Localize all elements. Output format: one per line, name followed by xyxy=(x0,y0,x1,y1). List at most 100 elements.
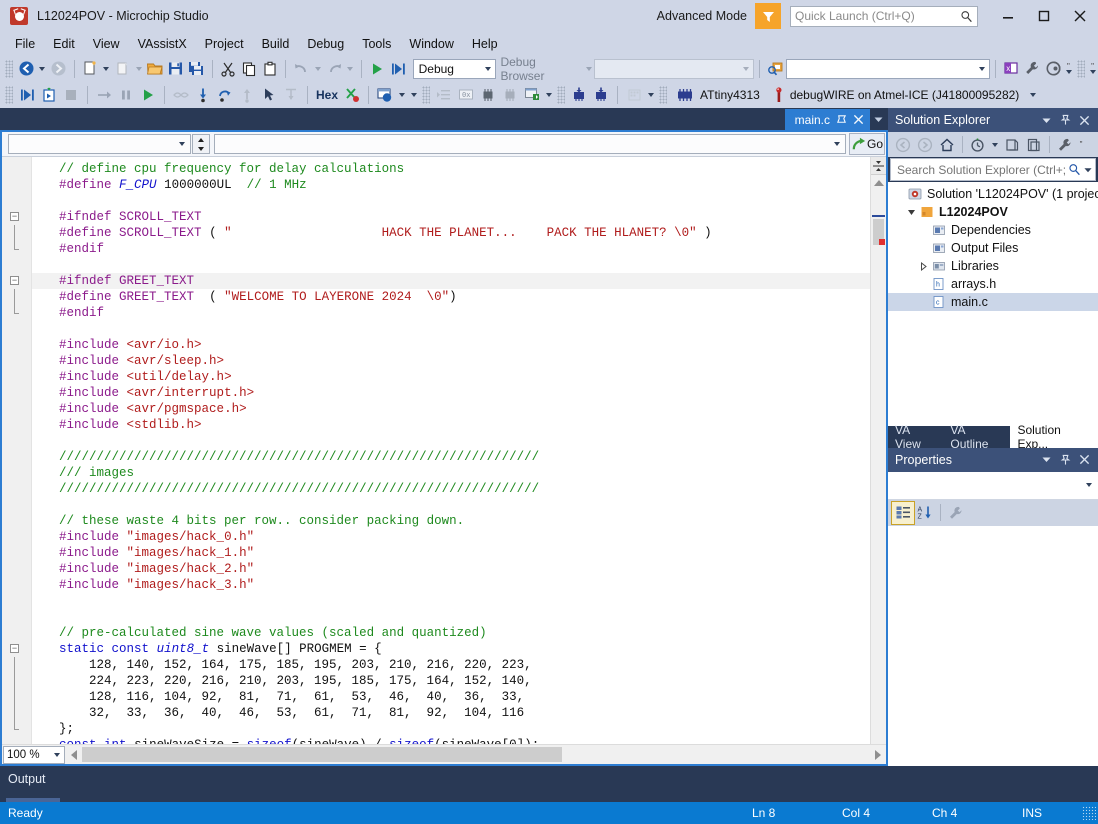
find-combo[interactable] xyxy=(785,58,991,79)
chevron-down-icon[interactable] xyxy=(481,67,495,71)
step-out-icon[interactable] xyxy=(236,84,258,106)
code-text-area[interactable]: // define cpu frequency for delay calcul… xyxy=(32,157,870,744)
fold-toggle-icon[interactable]: − xyxy=(10,644,19,653)
chevron-down-icon[interactable] xyxy=(1086,483,1092,487)
menu-tools[interactable]: Tools xyxy=(353,34,400,54)
open-file-icon[interactable] xyxy=(144,58,165,80)
step-into-icon[interactable] xyxy=(192,84,214,106)
toolbar-overflow-1[interactable]: " xyxy=(1064,58,1074,80)
expand-arrow-closed-icon[interactable] xyxy=(916,261,930,271)
navigate-back-icon[interactable] xyxy=(892,134,914,156)
scroll-up-button[interactable] xyxy=(871,175,886,191)
copy-icon[interactable] xyxy=(239,58,260,80)
debug-window-dropdown[interactable] xyxy=(396,84,408,106)
pointer-icon[interactable] xyxy=(258,84,280,106)
device-programming-icon[interactable] xyxy=(521,84,543,106)
spinner-up-icon[interactable] xyxy=(193,135,209,144)
menu-view[interactable]: View xyxy=(84,34,129,54)
menu-vassistx[interactable]: VAssistX xyxy=(129,34,196,54)
show-next-statement-icon[interactable] xyxy=(170,84,192,106)
categorized-view-icon[interactable] xyxy=(891,500,915,525)
trace-view-icon[interactable] xyxy=(623,84,645,106)
dock-tab-va-view[interactable]: VA View xyxy=(888,423,943,451)
menu-window[interactable]: Window xyxy=(400,34,462,54)
panel-menu-icon[interactable] xyxy=(1038,110,1055,130)
navigate-forward-icon[interactable] xyxy=(914,134,936,156)
properties-object-combo[interactable] xyxy=(888,471,1098,500)
zoom-level-combo[interactable]: 100 % xyxy=(3,745,65,764)
horizontal-scroll-track[interactable] xyxy=(82,745,869,764)
pin-tab-icon[interactable] xyxy=(836,114,847,125)
nav-spinner[interactable] xyxy=(192,134,210,154)
save-all-icon[interactable] xyxy=(186,58,207,80)
disable-all-breakpoints-icon[interactable] xyxy=(341,84,363,106)
close-button[interactable] xyxy=(1062,0,1098,32)
new-project-icon[interactable] xyxy=(80,58,101,80)
dock-tab-va-outline[interactable]: VA Outline xyxy=(943,423,1010,451)
attach-to-target-icon[interactable] xyxy=(38,84,60,106)
property-pages-icon[interactable] xyxy=(945,502,967,524)
output-panel[interactable]: Output xyxy=(0,766,1098,802)
build-configuration-combo[interactable]: Debug xyxy=(412,58,497,79)
chevron-down-icon[interactable] xyxy=(50,753,64,757)
scroll-right-button[interactable] xyxy=(869,745,886,764)
pending-changes-dropdown[interactable] xyxy=(989,134,1001,156)
refresh-icon[interactable] xyxy=(1023,134,1045,156)
indent-icon[interactable] xyxy=(433,84,455,106)
tree-item-main-c[interactable]: c main.c xyxy=(888,293,1098,311)
tab-list-dropdown-icon[interactable] xyxy=(870,109,886,130)
editor-vertical-scrollbar[interactable] xyxy=(870,157,886,744)
maximize-button[interactable] xyxy=(1026,0,1062,32)
menu-help[interactable]: Help xyxy=(463,34,507,54)
chevron-down-icon[interactable] xyxy=(975,67,989,71)
menu-edit[interactable]: Edit xyxy=(44,34,84,54)
verify-device-icon[interactable] xyxy=(590,84,612,106)
processor-toolbar-grip[interactable] xyxy=(422,85,431,104)
quick-launch-input[interactable]: Quick Launch (Ctrl+Q) xyxy=(790,5,978,27)
chevron-down-icon[interactable] xyxy=(829,142,845,146)
debug-toolbar-overflow[interactable] xyxy=(408,84,419,106)
panel-toolbar-overflow[interactable]: " xyxy=(1076,134,1087,156)
split-view-handle[interactable] xyxy=(871,157,886,175)
menu-debug[interactable]: Debug xyxy=(298,34,353,54)
expand-arrow-open-icon[interactable] xyxy=(904,208,918,217)
alphabetical-view-icon[interactable]: AZ xyxy=(914,502,936,524)
device-toolbar-overflow[interactable] xyxy=(1027,84,1038,106)
navigate-backward-icon[interactable] xyxy=(16,58,37,80)
memory-view-icon[interactable]: 0x xyxy=(455,84,477,106)
tree-item-output-files[interactable]: Output Files xyxy=(888,239,1098,257)
processor-view-icon[interactable] xyxy=(477,84,499,106)
fold-toggle-icon[interactable]: − xyxy=(10,276,19,285)
properties-menu-icon[interactable] xyxy=(1038,450,1055,470)
trace-toolbar-grip[interactable] xyxy=(557,85,566,104)
new-project-dropdown[interactable] xyxy=(101,58,112,80)
menu-file[interactable]: File xyxy=(6,34,44,54)
tree-item-libraries[interactable]: Libraries xyxy=(888,257,1098,275)
chevron-down-icon[interactable] xyxy=(174,142,190,146)
redo-icon[interactable] xyxy=(324,58,345,80)
fold-toggle-icon[interactable]: − xyxy=(10,212,19,221)
tree-item-arrays-h[interactable]: h arrays.h xyxy=(888,275,1098,293)
chevron-down-icon[interactable] xyxy=(739,67,753,71)
reset-icon[interactable] xyxy=(93,84,115,106)
search-options-dropdown[interactable] xyxy=(1083,166,1095,174)
pin-panel-icon[interactable] xyxy=(1057,110,1074,130)
spinner-down-icon[interactable] xyxy=(193,144,209,153)
pin-properties-icon[interactable] xyxy=(1057,450,1074,470)
go-button[interactable]: Go xyxy=(849,133,885,155)
menu-project[interactable]: Project xyxy=(196,34,253,54)
mode-filter-icon[interactable] xyxy=(755,3,781,29)
redo-dropdown[interactable] xyxy=(345,58,356,80)
fold-margin[interactable]: − − − xyxy=(2,157,32,744)
program-device-icon[interactable] xyxy=(568,84,590,106)
debug-toolbar-grip[interactable] xyxy=(5,85,13,104)
atmel-start-icon[interactable] xyxy=(1043,58,1064,80)
horizontal-scroll-thumb[interactable] xyxy=(82,747,563,762)
save-icon[interactable] xyxy=(165,58,186,80)
solution-explorer-search[interactable] xyxy=(890,158,1096,181)
search-input[interactable] xyxy=(895,161,1068,178)
solution-tree[interactable]: Solution 'L12024POV' (1 project) L12024PO… xyxy=(888,182,1098,426)
scope-combo[interactable] xyxy=(8,134,191,154)
tree-item-l12024pov[interactable]: L12024POV xyxy=(888,203,1098,221)
dock-tab-solution-exp[interactable]: Solution Exp... xyxy=(1010,423,1098,451)
